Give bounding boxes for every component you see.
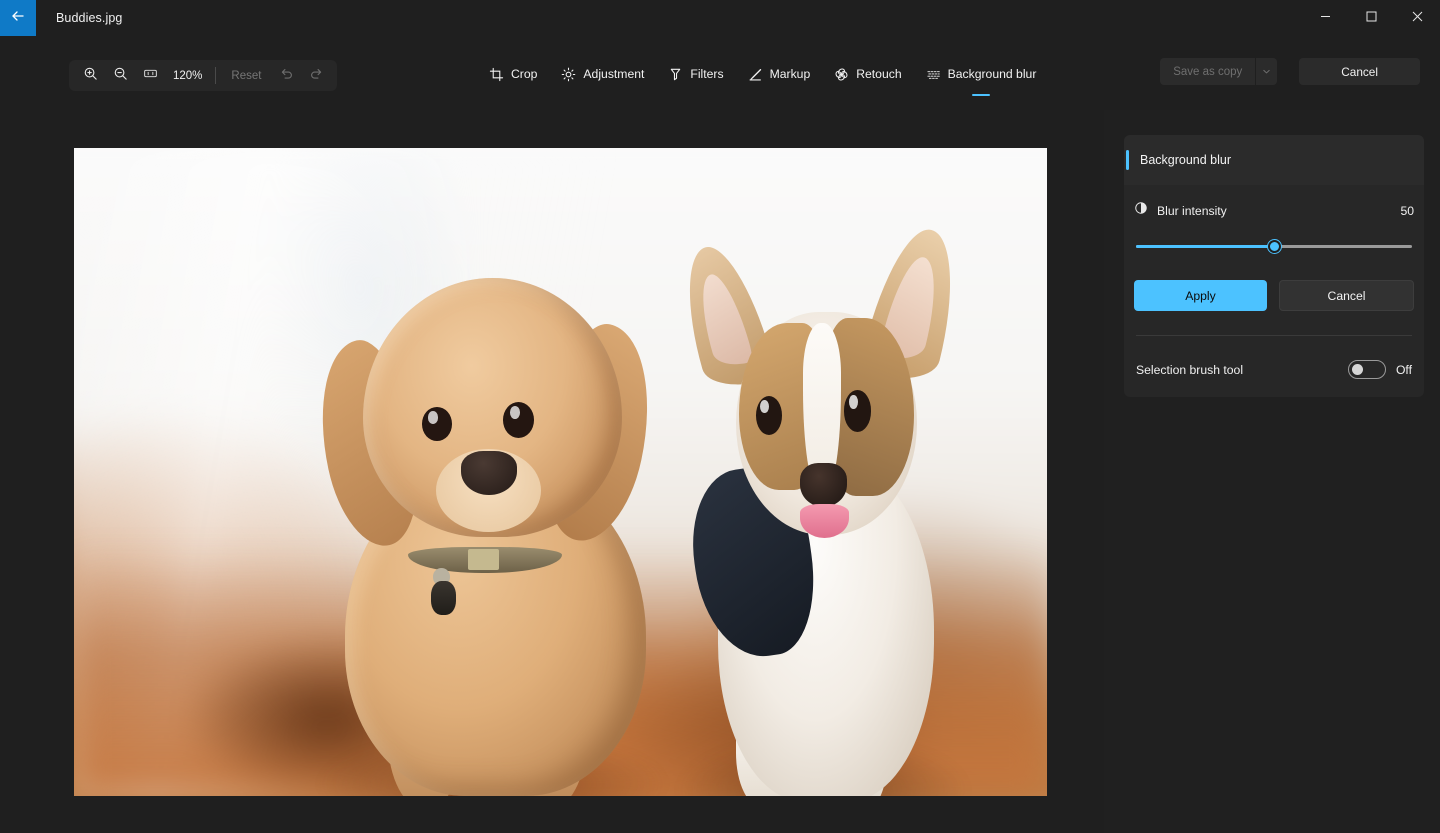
subject-dog-left [303,277,669,796]
panel-accent-bar [1126,150,1129,170]
minimize-button[interactable] [1302,0,1348,36]
tab-label: Background blur [947,67,1037,81]
contrast-icon [1134,201,1148,220]
panel-title: Background blur [1140,153,1232,167]
selection-brush-toggle[interactable] [1347,360,1386,379]
blur-icon [926,67,941,82]
back-button[interactable] [0,0,36,36]
save-as-copy-button[interactable]: Save as copy [1160,58,1256,85]
dog-left-eye-left [422,407,453,441]
toggle-knob [1351,364,1363,375]
tab-background-blur[interactable]: Background blur [915,60,1048,96]
pen-icon [748,67,763,82]
blur-intensity-label: Blur intensity [1157,203,1227,218]
redo-icon [309,66,324,86]
selection-brush-label: Selection brush tool [1136,362,1244,377]
title-bar: Buddies.jpg [0,0,1440,36]
tab-markup[interactable]: Markup [737,60,822,88]
undo-button[interactable] [271,63,301,89]
chevron-down-icon [1262,63,1271,81]
window-controls [1302,0,1440,36]
blur-intensity-slider[interactable] [1134,236,1414,258]
zoom-out-icon [113,66,128,86]
undo-icon [279,66,294,86]
selection-brush-state: Off [1395,362,1412,377]
zoom-in-icon [83,66,98,86]
tab-retouch[interactable]: Retouch [823,60,912,88]
close-button[interactable] [1394,0,1440,36]
photo-preview[interactable] [74,148,1047,796]
slider-thumb[interactable] [1267,240,1281,253]
subject-dog-right [670,221,970,796]
zoom-in-button[interactable] [75,63,105,89]
zoom-level-label: 120% [173,69,203,82]
blur-intensity-value: 50 [1400,203,1414,218]
document-title: Buddies.jpg [56,11,123,25]
blur-intensity-label-group: Blur intensity [1134,201,1227,220]
minimize-icon [1320,9,1331,27]
dog-right-eye-right [843,390,872,432]
top-actions: Save as copy Cancel [1160,58,1420,85]
editor-tabs: Crop Adjustment Filters Markup Retouch B… [478,60,1047,96]
panel-cancel-button[interactable]: Cancel [1279,280,1414,311]
dog-left-id-tag [431,580,456,615]
background-blur-panel: Background blur Blur intensity 50 Apply … [1104,110,1440,833]
crop-icon [489,67,504,82]
arrow-left-icon [10,8,26,29]
toolbar-divider [215,67,217,84]
selection-brush-toggle-group: Off [1347,360,1412,379]
tab-crop[interactable]: Crop [478,60,548,88]
tab-label: Crop [511,67,538,81]
close-icon [1412,9,1423,27]
tab-filters[interactable]: Filters [657,60,734,88]
reset-button[interactable]: Reset [221,63,271,89]
filters-icon [668,67,683,82]
panel-button-row: Apply Cancel [1134,280,1414,311]
save-as-copy-group[interactable]: Save as copy [1160,58,1278,85]
image-canvas[interactable] [0,96,1104,833]
tab-label: Adjustment [583,67,645,81]
redo-button[interactable] [301,63,331,89]
maximize-icon [1366,9,1377,27]
apply-button[interactable]: Apply [1134,280,1267,311]
zoom-toolbar: 120% Reset [69,60,338,91]
tab-label: Retouch [856,67,902,81]
panel-divider [1136,335,1412,336]
panel-body: Blur intensity 50 Apply Cancel Selection… [1124,185,1424,397]
actual-size-icon [143,66,158,86]
cancel-top-button[interactable]: Cancel [1299,58,1420,85]
tab-label: Filters [690,67,724,81]
brightness-icon [561,67,576,82]
dog-left-collar-buckle [467,549,500,570]
panel-header: Background blur [1124,135,1424,185]
blur-intensity-row: Blur intensity 50 [1134,201,1414,220]
maximize-button[interactable] [1348,0,1394,36]
save-options-button[interactable] [1255,58,1278,85]
retouch-icon [834,67,849,82]
tab-label: Markup [769,67,811,81]
selection-brush-row: Selection brush tool Off [1134,360,1414,379]
slider-fill [1136,245,1276,248]
zoom-out-button[interactable] [105,63,135,89]
blur-settings-card: Background blur Blur intensity 50 Apply … [1124,135,1424,397]
actual-size-button[interactable] [135,63,165,89]
dog-right-nose [799,462,847,508]
tab-adjustment[interactable]: Adjustment [550,60,655,88]
